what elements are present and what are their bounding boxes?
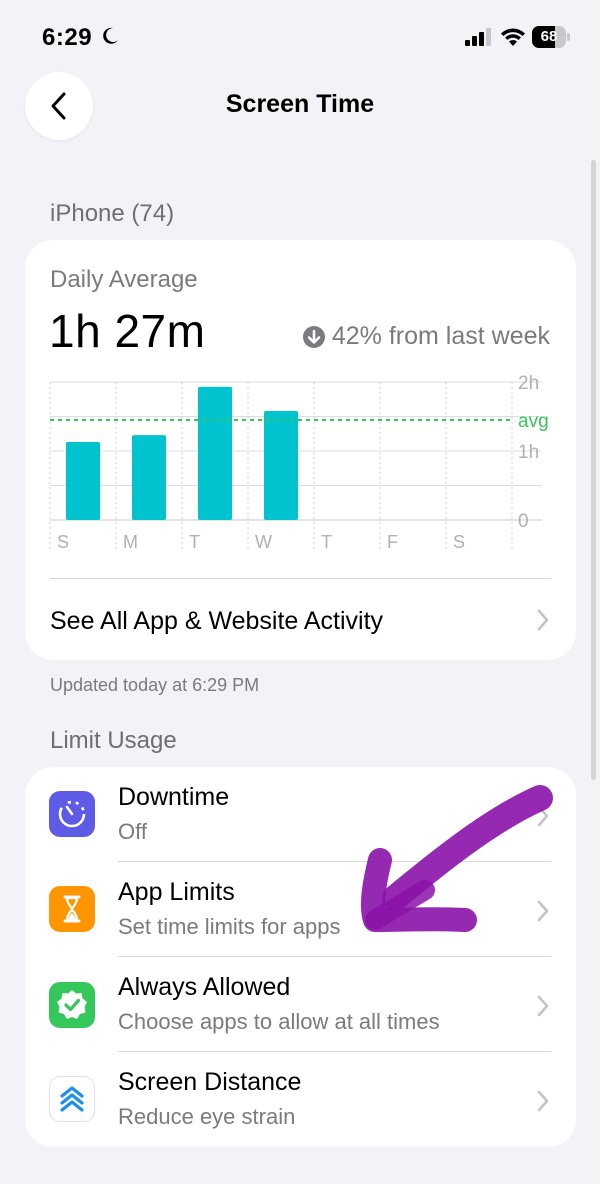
always-allowed-title: Always Allowed bbox=[118, 973, 291, 1001]
checkmark-seal-icon bbox=[49, 982, 95, 1028]
bar-2 bbox=[198, 386, 232, 520]
moon-icon bbox=[103, 27, 118, 44]
device-section-header: iPhone (74) bbox=[50, 200, 175, 227]
weekly-usage-chart[interactable]: S M T W T F Savg 2h 1h 0 bbox=[25, 370, 576, 560]
scroll-indicator[interactable] bbox=[591, 160, 596, 780]
wifi-icon bbox=[501, 28, 525, 46]
status-bar: 6:29 68 bbox=[0, 0, 600, 70]
chevron-right-icon bbox=[537, 805, 549, 827]
page-title: Screen Time bbox=[225, 90, 375, 118]
cellular-signal-icon bbox=[465, 28, 491, 46]
y-tick-label: 1h bbox=[518, 442, 539, 463]
always-allowed-row[interactable]: Always Allowed Choose apps to allow at a… bbox=[25, 957, 576, 1053]
chevron-right-icon bbox=[537, 609, 549, 631]
battery-percent: 68 bbox=[540, 28, 558, 45]
x-tick-label: T bbox=[321, 532, 332, 552]
downtime-title: Downtime bbox=[118, 783, 230, 811]
screen-distance-title: Screen Distance bbox=[118, 1068, 302, 1096]
arrow-down-circle-icon bbox=[302, 325, 325, 348]
x-tick-label: S bbox=[57, 532, 69, 552]
status-time: 6:29 bbox=[42, 24, 93, 51]
weekly-trend: 42% from last week bbox=[302, 322, 550, 351]
limit-usage-card: Downtime Off App Limits Set time limits … bbox=[25, 767, 576, 1147]
bar-1 bbox=[132, 435, 166, 520]
y-tick-label: 2h bbox=[518, 373, 539, 394]
usage-card: Daily Average 1h 27m 42% from last week … bbox=[25, 240, 576, 660]
x-tick-label: W bbox=[255, 532, 272, 552]
app-limits-title: App Limits bbox=[118, 878, 235, 906]
see-all-activity-row[interactable]: See All App & Website Activity bbox=[25, 579, 576, 660]
bar-3 bbox=[264, 410, 298, 520]
chevron-right-icon bbox=[537, 900, 549, 922]
y-tick-label: 0 bbox=[518, 511, 529, 532]
average-label: avg bbox=[518, 411, 549, 432]
updated-timestamp: Updated today at 6:29 PM bbox=[50, 675, 260, 695]
daily-average-label: Daily Average bbox=[50, 266, 198, 293]
x-tick-label: M bbox=[123, 532, 138, 552]
always-allowed-subtitle: Choose apps to allow at all times bbox=[118, 1009, 440, 1034]
app-limits-row[interactable]: App Limits Set time limits for apps bbox=[25, 862, 576, 958]
screen-distance-subtitle: Reduce eye strain bbox=[118, 1104, 296, 1129]
screen-distance-row[interactable]: Screen Distance Reduce eye strain bbox=[25, 1052, 576, 1148]
see-all-activity-label: See All App & Website Activity bbox=[50, 607, 384, 635]
trend-text: 42% from last week bbox=[331, 322, 550, 350]
daily-average-value: 1h 27m bbox=[49, 305, 206, 357]
downtime-icon bbox=[49, 791, 95, 837]
downtime-subtitle: Off bbox=[118, 819, 147, 844]
battery-indicator: 68 bbox=[532, 26, 570, 48]
x-tick-label: S bbox=[453, 532, 465, 552]
x-tick-label: F bbox=[387, 532, 398, 552]
chevron-right-icon bbox=[537, 1090, 549, 1112]
downtime-row[interactable]: Downtime Off bbox=[25, 767, 576, 863]
x-tick-label: T bbox=[189, 532, 200, 552]
chevron-right-icon bbox=[537, 995, 549, 1017]
hourglass-icon bbox=[49, 886, 95, 932]
limit-usage-header: Limit Usage bbox=[50, 727, 177, 754]
screen-distance-icon bbox=[49, 1076, 95, 1122]
app-limits-subtitle: Set time limits for apps bbox=[118, 914, 341, 939]
bar-0 bbox=[66, 442, 100, 520]
